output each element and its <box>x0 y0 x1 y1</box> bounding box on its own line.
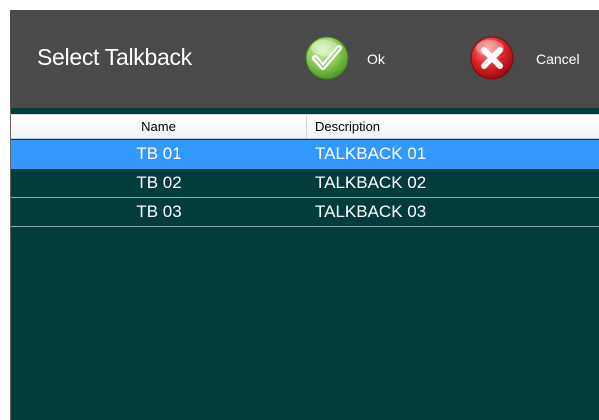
table-row[interactable]: TB 02 TALKBACK 02 <box>11 169 599 198</box>
close-icon <box>470 36 514 80</box>
row-name-cell: TB 01 <box>136 144 182 163</box>
column-header-name[interactable]: Name <box>11 115 307 138</box>
dialog-header: Select Talkback Ok Cancel <box>10 10 599 108</box>
cancel-button[interactable]: Cancel <box>469 35 599 81</box>
table-row[interactable]: TB 01 TALKBACK 01 <box>11 140 599 169</box>
cancel-button-label: Cancel <box>536 51 580 67</box>
talkback-table: Name Description TB 01 TALKBACK 01 TB 02… <box>10 108 599 420</box>
table-header: Name Description <box>11 114 599 139</box>
select-talkback-dialog: Select Talkback Ok Cancel Name Descripti… <box>10 10 599 420</box>
checkmark-icon <box>305 36 349 80</box>
ok-button[interactable]: Ok <box>304 35 404 81</box>
row-description-cell: TALKBACK 03 <box>315 202 427 221</box>
table-row[interactable]: TB 03 TALKBACK 03 <box>11 198 599 227</box>
ok-button-label: Ok <box>367 51 385 67</box>
column-header-description[interactable]: Description <box>315 115 599 138</box>
row-description-cell: TALKBACK 02 <box>315 173 427 192</box>
row-name-cell: TB 02 <box>136 173 182 192</box>
dialog-title: Select Talkback <box>37 44 192 70</box>
row-name-cell: TB 03 <box>136 202 182 221</box>
row-description-cell: TALKBACK 01 <box>315 144 427 163</box>
